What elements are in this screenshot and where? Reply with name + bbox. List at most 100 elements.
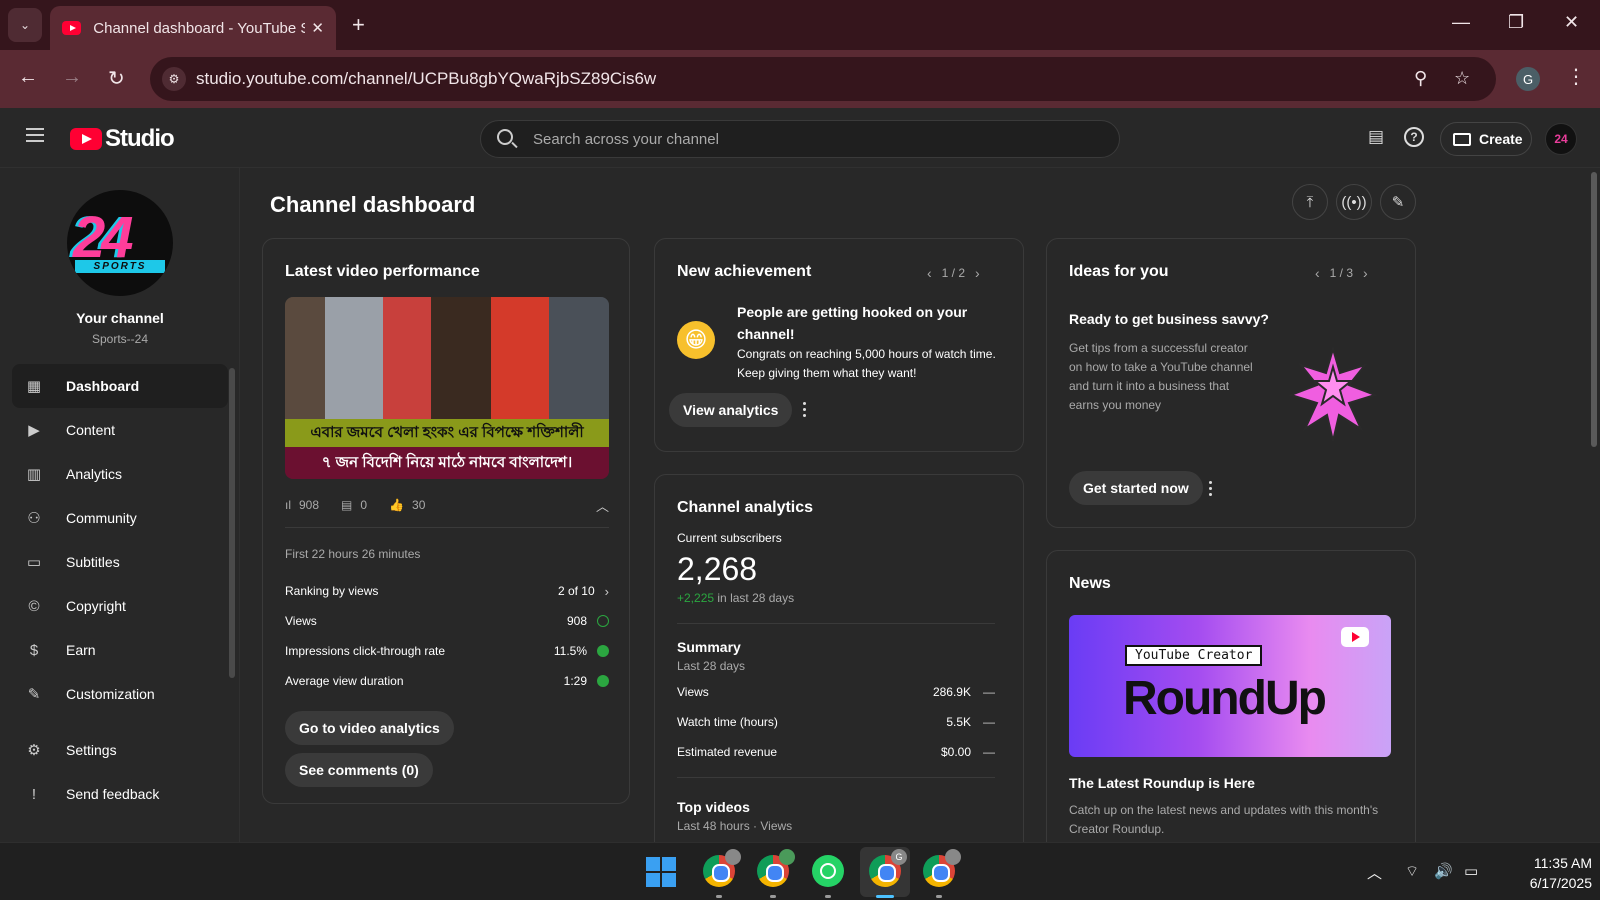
see-comments-button[interactable]: See comments (0) <box>285 753 433 787</box>
main-scrollbar[interactable] <box>1591 172 1597 447</box>
get-started-button[interactable]: Get started now <box>1069 471 1203 505</box>
back-icon[interactable]: ← <box>18 66 38 89</box>
clock-time: 11:35 AM <box>1533 855 1592 871</box>
chrome-app-icon[interactable] <box>757 849 795 887</box>
help-icon[interactable]: ? <box>1404 127 1424 147</box>
chrome-app-icon[interactable]: G <box>869 849 907 887</box>
view-analytics-button[interactable]: View analytics <box>669 393 793 427</box>
analytics-icon: ▥ <box>26 466 42 483</box>
browser-menu-icon[interactable]: ⋮ <box>1566 64 1586 89</box>
search-input[interactable] <box>533 121 1093 157</box>
news-headline[interactable]: The Latest Roundup is Here <box>1069 775 1255 791</box>
messages-icon[interactable]: ▤ <box>1368 127 1384 147</box>
tab-search-button[interactable]: ⌄ <box>8 8 42 42</box>
running-indicator <box>716 895 722 898</box>
more-options-icon[interactable] <box>803 402 807 420</box>
sidebar-scrollbar[interactable] <box>229 368 235 678</box>
sidebar-item-send-feedback[interactable]: ! Send feedback <box>12 772 228 816</box>
system-clock[interactable]: 11:35 AM 6/17/2025 <box>1480 853 1592 893</box>
channel-avatar[interactable]: 24 SPORTS <box>67 190 173 296</box>
metric-label: Views <box>285 614 317 628</box>
running-indicator <box>936 895 942 898</box>
create-button[interactable]: Create <box>1440 122 1532 156</box>
sidebar-item-label: Content <box>66 422 116 438</box>
latest-video-title: Latest video performance <box>285 263 480 280</box>
video-stats-row: ıl 908 ▤ 0 👍 30 ︿ <box>285 495 609 515</box>
upload-button[interactable]: ⤒ <box>1292 184 1328 220</box>
studio-logo[interactable]: Studio <box>70 125 175 153</box>
sidebar-item-analytics[interactable]: ▥ Analytics <box>12 452 228 496</box>
chevron-right-icon[interactable]: › <box>975 265 980 281</box>
summary-label: Watch time (hours) <box>677 715 778 729</box>
wifi-icon[interactable]: ⌔ <box>1405 862 1419 881</box>
youtube-logo-icon <box>70 128 102 150</box>
chevron-left-icon[interactable]: ‹ <box>927 265 932 281</box>
search-icon[interactable] <box>497 129 513 145</box>
youtube-favicon-icon <box>62 21 82 35</box>
close-window-icon[interactable]: ✕ <box>1564 12 1579 33</box>
more-options-icon[interactable] <box>1209 481 1213 499</box>
community-icon: ⚇ <box>27 510 41 527</box>
sidebar-item-content[interactable]: ▶ Content <box>12 408 228 452</box>
menu-icon[interactable] <box>26 128 44 142</box>
chrome-app-icon[interactable] <box>923 849 961 887</box>
sidebar-item-community[interactable]: ⚇ Community <box>12 496 228 540</box>
channel-avatar-label: SPORTS <box>75 260 165 273</box>
sidebar-item-label: Earn <box>66 642 96 658</box>
video-comments-count: 0 <box>360 498 368 512</box>
browser-tab[interactable]: Channel dashboard - YouTube Studio ✕ <box>50 6 336 50</box>
sidebar-item-label: Dashboard <box>66 378 140 394</box>
volume-icon[interactable]: 🔊 <box>1434 862 1453 880</box>
new-tab-icon[interactable]: + <box>352 12 365 38</box>
video-period: First 22 hours 26 minutes <box>285 547 421 561</box>
go-live-button[interactable]: ((•)) <box>1336 184 1372 220</box>
sidebar-item-copyright[interactable]: © Copyright <box>12 584 228 628</box>
bookmark-star-icon[interactable]: ☆ <box>1454 68 1470 89</box>
go-to-video-analytics-button[interactable]: Go to video analytics <box>285 711 454 745</box>
metric-value: 908 <box>566 614 587 628</box>
tab-close-icon[interactable]: ✕ <box>311 19 324 37</box>
account-avatar-text: 24 <box>1554 132 1568 146</box>
upload-icon: ⤒ <box>1306 193 1314 211</box>
news-title: News <box>1069 575 1111 592</box>
summary-trend: — <box>983 715 995 729</box>
sidebar-item-label: Send feedback <box>66 786 160 802</box>
chevron-right-icon[interactable]: › <box>1363 265 1368 281</box>
whatsapp-app-icon[interactable] <box>812 855 844 887</box>
sidebar-item-dashboard[interactable]: ▦ Dashboard <box>12 364 228 408</box>
summary-row-revenue: Estimated revenue $0.00 — <box>677 745 995 759</box>
edit-icon: ✎ <box>1391 194 1405 211</box>
news-card: News YouTube Creator RoundUp The Latest … <box>1046 550 1416 842</box>
tab-title: Channel dashboard - YouTube Studio <box>93 19 306 37</box>
chrome-app-icon[interactable] <box>703 849 741 887</box>
battery-icon[interactable]: ▭ <box>1464 862 1478 880</box>
zoom-icon[interactable]: ⚲ <box>1414 68 1427 89</box>
site-info-icon[interactable]: ⚙ <box>162 67 186 91</box>
minimize-icon[interactable]: — <box>1452 12 1470 33</box>
thumbnail-caption-line1: এবার জমবে খেলা হংকং এর বিপক্ষে শক্তিশালী <box>285 419 609 447</box>
reload-icon[interactable]: ↻ <box>108 66 125 91</box>
news-image-title: RoundUp <box>1123 672 1327 725</box>
pager-text: 1 / 3 <box>1329 266 1354 280</box>
chevron-left-icon[interactable]: ‹ <box>1315 265 1320 281</box>
sidebar-bottom: ⚙ Settings ! Send feedback <box>12 728 228 816</box>
forward-icon[interactable]: → <box>62 66 82 89</box>
feedback-icon: ! <box>31 785 37 803</box>
sidebar-item-customization[interactable]: ✎ Customization <box>12 672 228 716</box>
windows-start-icon[interactable] <box>646 857 676 887</box>
address-bar[interactable]: ⚙ studio.youtube.com/channel/UCPBu8gbYQw… <box>150 57 1496 101</box>
browser-profile-avatar[interactable]: G <box>1516 67 1540 91</box>
account-avatar[interactable]: 24 <box>1545 123 1577 155</box>
chevron-up-icon[interactable]: ︿ <box>1367 862 1382 883</box>
sidebar-item-settings[interactable]: ⚙ Settings <box>12 728 228 772</box>
create-post-button[interactable]: ✎ <box>1380 184 1416 220</box>
summary-row-views: Views 286.9K — <box>677 685 995 699</box>
video-thumbnail[interactable]: এবার জমবে খেলা হংকং এর বিপক্ষে শক্তিশালী… <box>285 297 609 479</box>
sidebar-item-earn[interactable]: $ Earn <box>12 628 228 672</box>
url-text[interactable]: studio.youtube.com/channel/UCPBu8gbYQwaR… <box>196 69 656 89</box>
restore-icon[interactable]: ❐ <box>1508 12 1524 33</box>
metric-ranking-row[interactable]: Ranking by views 2 of 10 › <box>285 581 609 601</box>
chevron-up-icon[interactable]: ︿ <box>596 496 609 515</box>
sidebar-item-subtitles[interactable]: ▭ Subtitles <box>12 540 228 584</box>
news-image[interactable]: YouTube Creator RoundUp <box>1069 615 1391 757</box>
